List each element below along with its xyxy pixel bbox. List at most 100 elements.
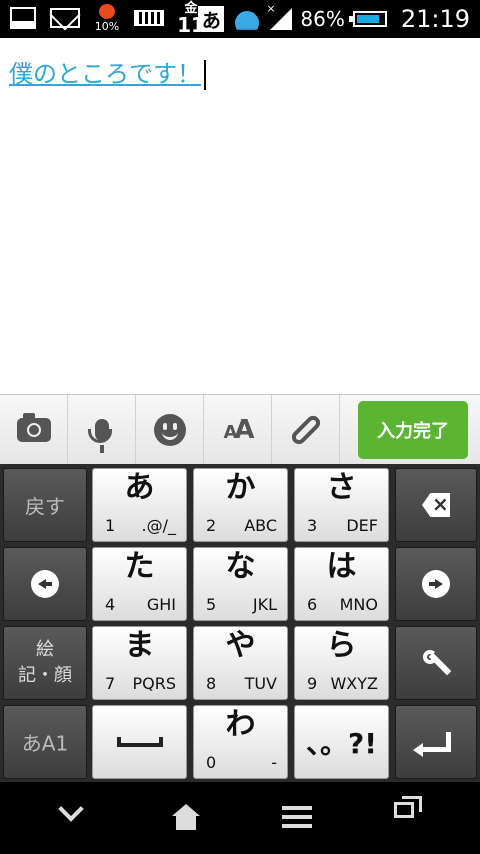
punctuation-key[interactable]: 、。?!: [294, 705, 389, 779]
editor-text-content: 僕のところです！: [9, 60, 201, 88]
font-size-button[interactable]: AA: [204, 395, 272, 465]
recent-apps-icon: [402, 796, 422, 812]
kana-key-ma[interactable]: ま 7 PQRS: [92, 626, 187, 700]
input-done-button[interactable]: 入力完了: [358, 401, 468, 459]
link-icon: [288, 413, 323, 447]
cursor-left-key[interactable]: [3, 547, 87, 621]
kana-key-sa[interactable]: さ 3 DEF: [294, 468, 389, 542]
battery-saver-text: 10%: [94, 20, 120, 33]
battery-percent: 86%: [300, 7, 345, 31]
kana-key-chars: JKL: [252, 595, 277, 614]
kana-key-main: わ: [225, 707, 256, 742]
kana-key-main: は: [326, 549, 357, 584]
input-mode-key[interactable]: あA1: [3, 705, 87, 779]
enter-key[interactable]: [395, 705, 477, 779]
kana-key-main: や: [225, 628, 256, 663]
left-arrow-icon: [31, 570, 59, 598]
right-arrow-icon: [422, 570, 450, 598]
settings-key[interactable]: [395, 626, 477, 700]
wrench-icon: [423, 650, 449, 676]
kana-key-digit: 1: [105, 516, 116, 535]
kana-key-chars: PQRS: [132, 674, 176, 693]
kana-key-digit: 4: [105, 595, 116, 614]
text-size-small-a: A: [223, 422, 237, 443]
emoji-key-line1: 絵: [36, 639, 54, 660]
home-icon: [176, 816, 196, 830]
kana-key-digit: 2: [206, 516, 217, 535]
kana-key-main: な: [225, 549, 256, 584]
emoji-button[interactable]: [136, 395, 204, 465]
system-status: あ × 86% 21:19: [198, 2, 470, 34]
emoji-symbol-key[interactable]: 絵 記・顔: [3, 626, 87, 700]
status-bar: 10% 金 11 あ × 86% 21:19: [0, 0, 480, 38]
menu-button[interactable]: [282, 806, 312, 810]
ime-indicator: あ: [198, 6, 225, 32]
clock: 21:19: [400, 5, 470, 33]
kana-key-digit: 3: [307, 516, 318, 535]
undo-key-label: 戻す: [25, 494, 65, 519]
voice-input-button[interactable]: [68, 395, 136, 465]
space-key[interactable]: [92, 705, 187, 779]
wifi-icon: [232, 7, 262, 31]
kana-key-main: ま: [124, 628, 155, 663]
undo-key[interactable]: 戻す: [3, 468, 87, 542]
kana-key-main: ら: [326, 628, 357, 663]
camera-icon: [16, 413, 51, 442]
kana-key-main: た: [124, 549, 155, 584]
kana-key-chars: MNO: [339, 595, 378, 614]
kana-key-ta[interactable]: た 4 GHI: [92, 547, 187, 621]
home-button[interactable]: [172, 804, 200, 816]
text-size-big-a: A: [234, 415, 254, 445]
kana-key-ha[interactable]: は 6 MNO: [294, 547, 389, 621]
kana-key-main: さ: [326, 470, 357, 505]
emoji-key-line2: 記・顔: [18, 665, 72, 686]
text-editor[interactable]: 僕のところです！: [0, 38, 480, 394]
kana-key-chars: WXYZ: [330, 674, 378, 693]
kana-key-digit: 9: [307, 674, 318, 693]
kana-key-chars: .@/_: [141, 516, 176, 535]
kana-key-ya[interactable]: や 8 TUV: [193, 626, 288, 700]
input-toolbar: AA 入力完了: [0, 394, 480, 465]
kana-key-ra[interactable]: ら 9 WXYZ: [294, 626, 389, 700]
kana-key-digit: 6: [307, 595, 318, 614]
editor-text[interactable]: 僕のところです！: [9, 54, 206, 90]
microphone-icon: [87, 419, 112, 453]
camera-button[interactable]: [0, 395, 68, 465]
enter-icon: [413, 732, 451, 757]
mail-notification-icon: [50, 4, 80, 32]
signal-icon: ×: [266, 2, 293, 30]
cursor-right-key[interactable]: [395, 547, 477, 621]
kana-key-ka[interactable]: か 2 ABC: [193, 468, 288, 542]
kana-key-na[interactable]: な 5 JKL: [193, 547, 288, 621]
mode-alnum: A1: [41, 731, 69, 756]
battery-icon: [348, 11, 387, 27]
gallery-notification-icon: [8, 4, 38, 32]
kana-key-wa[interactable]: わ 0 -: [193, 705, 288, 779]
smiley-icon: [153, 414, 186, 446]
kana-key-digit: 7: [105, 674, 116, 693]
kana-key-chars: -: [271, 753, 277, 772]
kana-key-chars: DEF: [346, 516, 378, 535]
link-button[interactable]: [272, 395, 340, 465]
kana-key-main: か: [225, 470, 256, 505]
backspace-icon: ×: [422, 493, 450, 517]
punctuation-key-label: 、。?!: [305, 727, 377, 760]
kana-key-chars: TUV: [244, 674, 277, 693]
text-cursor: [204, 60, 206, 90]
text-size-icon: AA: [223, 415, 254, 445]
hide-keyboard-button[interactable]: [58, 796, 84, 822]
flick-keyboard: 戻す 絵 記・顔 あA1 あ 1 .@/_ か 2 ABC さ 3 DEF た 4 GH…: [0, 464, 480, 782]
backspace-key[interactable]: ×: [395, 468, 477, 542]
kana-key-chars: GHI: [146, 595, 176, 614]
kana-key-digit: 8: [206, 674, 217, 693]
kana-key-chars: ABC: [244, 516, 277, 535]
notification-icons: 10% 金 11: [8, 2, 206, 35]
mode-hiragana: あ: [21, 731, 42, 756]
battery-saver-icon: 10%: [92, 4, 122, 32]
kana-key-digit: 0: [206, 753, 217, 772]
kana-key-main: あ: [124, 470, 155, 505]
kana-key-a[interactable]: あ 1 .@/_: [92, 468, 187, 542]
kana-key-digit: 5: [206, 595, 217, 614]
space-icon: [116, 737, 163, 747]
navigation-bar: [0, 782, 480, 854]
